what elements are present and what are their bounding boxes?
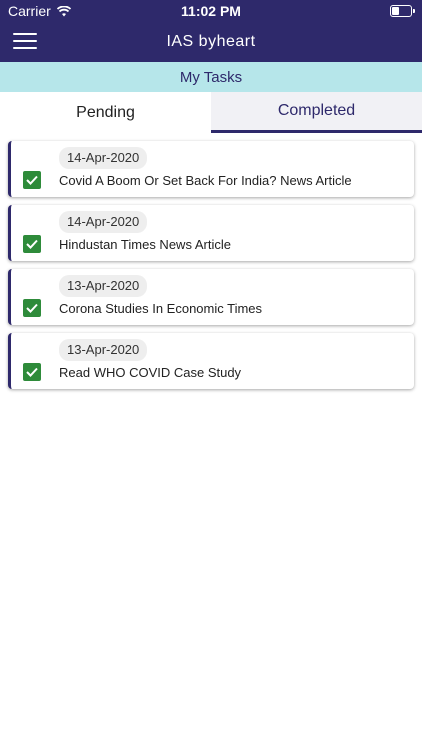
battery-icon (390, 5, 415, 17)
task-date: 14-Apr-2020 (59, 147, 148, 169)
top-bar: Carrier 11:02 PM IAS byheart (0, 0, 422, 62)
task-title: Corona Studies In Economic Times (59, 301, 263, 316)
checkbox-checked-icon[interactable] (23, 363, 41, 381)
task-card[interactable]: 13-Apr-2020 Corona Studies In Economic T… (8, 269, 414, 325)
task-list: 14-Apr-2020 Covid A Boom Or Set Back For… (0, 133, 422, 389)
status-bar: Carrier 11:02 PM (0, 0, 422, 22)
my-tasks-header: My Tasks (0, 62, 422, 92)
menu-icon[interactable] (13, 33, 37, 51)
task-date: 13-Apr-2020 (59, 339, 148, 361)
my-tasks-title: My Tasks (179, 68, 243, 86)
task-card[interactable]: 13-Apr-2020 Read WHO COVID Case Study (8, 333, 414, 389)
tab-pending[interactable]: Pending (0, 92, 211, 133)
task-title: Hindustan Times News Article (59, 237, 231, 252)
task-date: 13-Apr-2020 (59, 275, 148, 297)
task-tabs: Pending Completed (0, 92, 422, 133)
checkbox-checked-icon[interactable] (23, 235, 41, 253)
status-time: 11:02 PM (181, 3, 241, 19)
task-card[interactable]: 14-Apr-2020 Covid A Boom Or Set Back For… (8, 141, 414, 197)
app-title: IAS byheart (166, 33, 256, 50)
task-card[interactable]: 14-Apr-2020 Hindustan Times News Article (8, 205, 414, 261)
task-title: Covid A Boom Or Set Back For India? News… (59, 173, 352, 188)
checkbox-checked-icon[interactable] (23, 171, 41, 189)
task-date: 14-Apr-2020 (59, 211, 148, 233)
checkbox-checked-icon[interactable] (23, 299, 41, 317)
navbar: IAS byheart (0, 22, 422, 62)
tab-completed[interactable]: Completed (211, 92, 422, 133)
task-title: Read WHO COVID Case Study (59, 365, 242, 380)
